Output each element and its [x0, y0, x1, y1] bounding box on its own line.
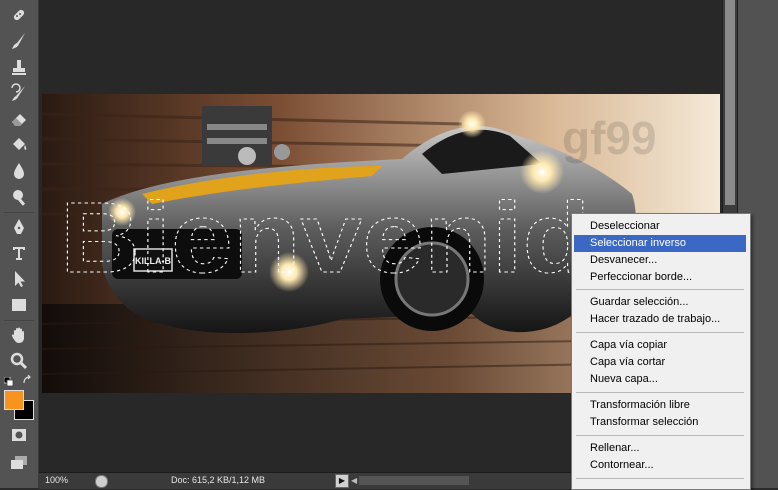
menu-item-hacer-trazado[interactable]: Hacer trazado de trabajo...	[574, 311, 746, 328]
toolbar-divider	[4, 212, 34, 213]
menu-item-transformacion-libre[interactable]: Transformación libre	[574, 397, 746, 414]
menu-separator	[576, 478, 744, 479]
menu-item-capa-via-copiar[interactable]: Capa vía copiar	[574, 337, 746, 354]
hand-icon[interactable]	[6, 322, 32, 348]
menu-separator	[576, 435, 744, 436]
rectangle-icon[interactable]	[6, 292, 32, 318]
menu-item-capa-via-cortar[interactable]: Capa vía cortar	[574, 354, 746, 371]
menu-separator	[576, 332, 744, 333]
quick-mask-icon[interactable]	[6, 422, 32, 448]
zoom-icon[interactable]	[6, 348, 32, 374]
foreground-color-swatch[interactable]	[4, 390, 24, 410]
menu-item-desvanecer[interactable]: Desvanecer...	[574, 252, 746, 269]
clone-stamp-icon[interactable]	[6, 54, 32, 80]
swap-colors-icon[interactable]	[22, 372, 32, 390]
zoom-level[interactable]: 100%	[45, 475, 68, 485]
status-menu-arrow-icon[interactable]: ▶	[335, 474, 349, 488]
menu-item-guardar-seleccion[interactable]: Guardar selección...	[574, 294, 746, 311]
history-brush-icon[interactable]	[6, 80, 32, 106]
status-info-icon[interactable]	[95, 475, 108, 488]
menu-item-nueva-capa[interactable]: Nueva capa...	[574, 371, 746, 388]
blur-icon[interactable]	[6, 158, 32, 184]
brush-icon[interactable]	[6, 28, 32, 54]
menu-separator	[576, 289, 744, 290]
horizontal-scrollbar[interactable]	[359, 476, 469, 485]
document-info: Doc: 615,2 KB/1,12 MB	[171, 475, 266, 485]
paint-bucket-icon[interactable]	[6, 132, 32, 158]
menu-separator	[576, 392, 744, 393]
tools-panel	[0, 0, 39, 488]
context-menu: Deseleccionar Seleccionar inverso Desvan…	[571, 213, 751, 490]
spot-healing-brush-icon[interactable]	[6, 2, 32, 28]
watermark-text: gf99	[562, 112, 657, 164]
menu-item-deseleccionar[interactable]: Deseleccionar	[574, 218, 746, 235]
type-icon[interactable]	[6, 240, 32, 266]
screen-mode-icon[interactable]	[6, 450, 32, 476]
menu-item-perfeccionar-borde[interactable]: Perfeccionar borde...	[574, 269, 746, 286]
menu-item-contornear[interactable]: Contornear...	[574, 457, 746, 474]
vertical-scrollbar-thumb[interactable]	[725, 0, 735, 205]
menu-item-rellenar[interactable]: Rellenar...	[574, 440, 746, 457]
dodge-icon[interactable]	[6, 184, 32, 210]
toolbar-divider	[4, 320, 34, 321]
eraser-icon[interactable]	[6, 106, 32, 132]
path-selection-icon[interactable]	[6, 266, 32, 292]
pen-icon[interactable]	[6, 214, 32, 240]
menu-item-seleccionar-inverso[interactable]: Seleccionar inverso	[574, 235, 746, 252]
menu-item-transformar-seleccion[interactable]: Transformar selección	[574, 414, 746, 431]
scroll-left-arrow-icon[interactable]: ◀	[351, 476, 357, 485]
